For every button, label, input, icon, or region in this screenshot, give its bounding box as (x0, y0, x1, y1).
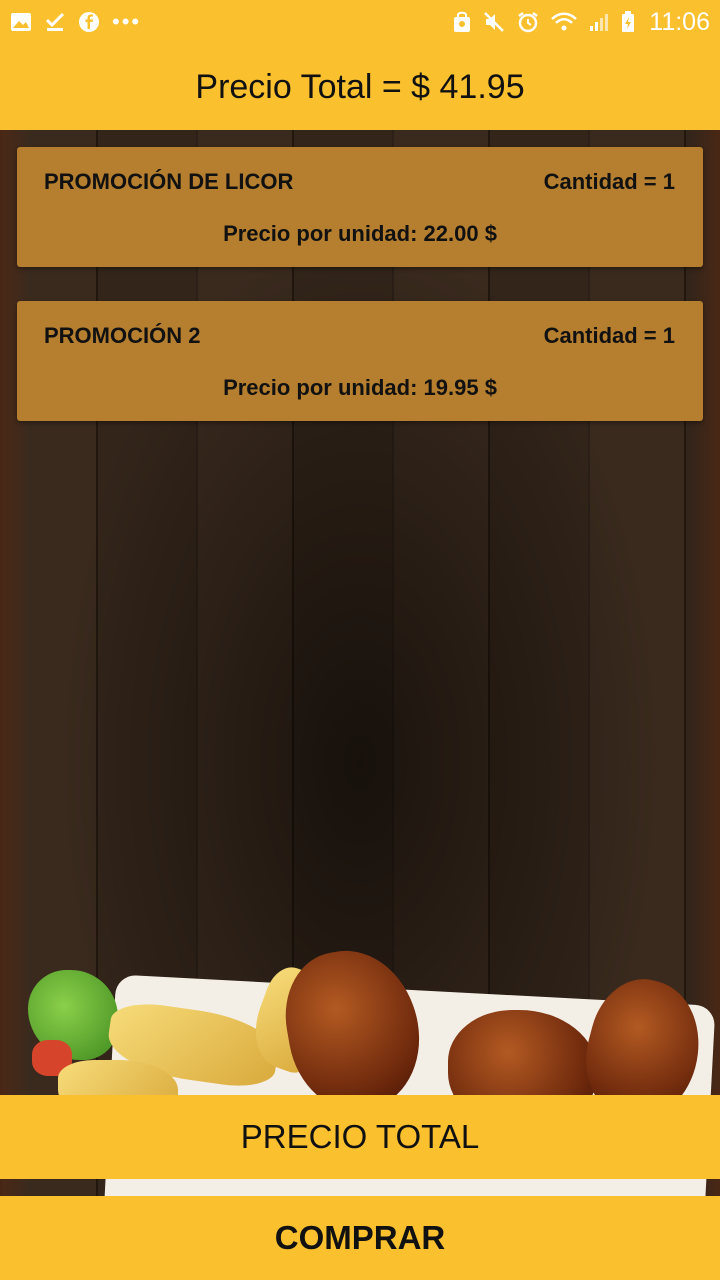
more-notifications-indicator: ••• (112, 9, 142, 34)
order-item-quantity: Cantidad = 1 (543, 323, 675, 348)
order-item-name: PROMOCIÓN DE LICOR (44, 169, 294, 194)
order-item-card[interactable]: PROMOCIÓN DE LICOR Cantidad = 1 Precio p… (17, 147, 703, 267)
check-download-icon (44, 11, 66, 33)
facebook-icon (78, 11, 100, 33)
wifi-icon (551, 12, 578, 32)
alarm-clock-icon (517, 11, 539, 33)
battery-icon (621, 11, 635, 33)
app-header: Precio Total = $ 41.95 (0, 44, 720, 130)
alarm-lock-icon (453, 11, 471, 33)
buy-button[interactable]: COMPRAR (0, 1196, 720, 1280)
status-right-icons: 11:06 (453, 8, 710, 37)
total-price-button[interactable]: PRECIO TOTAL (0, 1095, 720, 1179)
status-bar: ••• 11:06 (0, 0, 720, 44)
image-icon (10, 12, 32, 32)
order-item-name: PROMOCIÓN 2 (44, 323, 201, 348)
order-item-unit-price: Precio por unidad: 22.00 $ (223, 221, 497, 246)
status-left-icons: ••• (10, 11, 141, 33)
order-item-card[interactable]: PROMOCIÓN 2 Cantidad = 1 Precio por unid… (17, 301, 703, 421)
status-time: 11:06 (649, 7, 710, 36)
total-price-title: Precio Total = $ 41.95 (195, 67, 525, 106)
order-item-quantity: Cantidad = 1 (543, 169, 675, 194)
order-item-unit-price: Precio por unidad: 19.95 $ (223, 375, 497, 400)
mute-icon (483, 11, 505, 33)
signal-icon (589, 12, 609, 32)
